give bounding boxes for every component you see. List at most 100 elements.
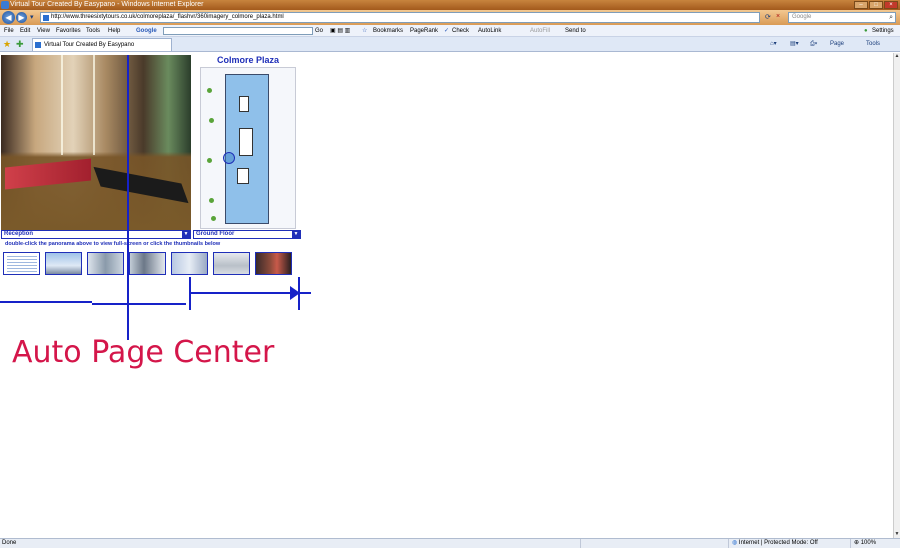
annotation-vertical-line: [127, 55, 129, 340]
stop-icon[interactable]: ×: [776, 13, 780, 20]
menu-favorites[interactable]: Favorites: [56, 25, 81, 37]
feeds-icon[interactable]: ▤▾: [790, 39, 799, 49]
pano-light: [61, 55, 63, 155]
google-search-input[interactable]: [163, 27, 313, 35]
auto-page-center-label: Auto Page Center: [12, 335, 275, 370]
address-url: http://www.threesixtytours.co.uk/colmore…: [51, 14, 284, 20]
menu-edit[interactable]: Edit: [20, 25, 30, 37]
window-title: Virtual Tour Created By Easypano - Windo…: [10, 1, 204, 8]
tab-virtual-tour[interactable]: Virtual Tour Created By Easypano: [32, 38, 172, 51]
settings-icon: ●: [864, 28, 868, 34]
favorites-star-icon[interactable]: ★: [3, 39, 11, 49]
check-button[interactable]: Check: [452, 25, 469, 37]
status-done: Done: [2, 540, 17, 546]
back-icon[interactable]: ◀: [2, 11, 15, 24]
settings-button[interactable]: Settings: [872, 25, 894, 37]
status-bar: Done ◍ Internet | Protected Mode: Off ⊕ …: [0, 538, 900, 548]
plan-tree: [207, 158, 212, 163]
thumbnail-building-1[interactable]: [45, 252, 82, 275]
page-menu[interactable]: Page: [830, 39, 844, 49]
floor-select[interactable]: Ground Floor ▼: [193, 230, 301, 239]
minimize-button[interactable]: –: [854, 1, 868, 9]
close-button[interactable]: ×: [884, 1, 898, 9]
zoom-level: 100%: [860, 540, 877, 546]
pano-light: [93, 55, 95, 155]
google-logo: Google: [136, 28, 157, 34]
scene-select[interactable]: Reception ▼: [1, 230, 191, 239]
tab-bar: ★ ✚ Virtual Tour Created By Easypano ⌂▾ …: [0, 37, 900, 52]
thumbnail-building-3[interactable]: [129, 252, 166, 275]
thumbnail-map[interactable]: [3, 252, 40, 275]
recent-pages-icon[interactable]: ▾: [30, 13, 34, 21]
thumbnail-building-2[interactable]: [87, 252, 124, 275]
menu-bar: File Edit View Favorites Tools Help Goog…: [0, 25, 900, 37]
floor-plan-panel: Colmore Plaza: [198, 55, 298, 231]
annotation-horizontal-line: [92, 303, 186, 305]
annotation-arrow-line: [191, 292, 297, 294]
google-go-button[interactable]: Go: [315, 25, 323, 37]
autofill-button[interactable]: AutoFill: [530, 25, 550, 37]
vertical-scrollbar[interactable]: ▲ ▼: [893, 53, 900, 538]
scene-select-value: Reception: [4, 231, 34, 237]
sendto-button[interactable]: Send to: [565, 25, 586, 37]
zoom-icon: ⊕: [854, 540, 860, 546]
ie-icon: [1, 1, 9, 9]
autolink-button[interactable]: AutoLink: [478, 25, 501, 37]
zoom-control[interactable]: ⊕ 100%: [850, 539, 898, 548]
tools-menu[interactable]: Tools: [866, 39, 880, 49]
annotation-horizontal-line: [0, 301, 92, 303]
zone-label: Internet | Protected Mode: Off: [738, 540, 818, 546]
plan-core: [239, 128, 253, 156]
instruction-text: double-click the panorama above to view …: [5, 241, 221, 247]
search-icon[interactable]: ⌕: [889, 13, 893, 22]
toolbar-icons[interactable]: ▣ ▤ ▥: [330, 25, 350, 37]
annotation-tick-line: [300, 292, 311, 294]
scroll-up-icon[interactable]: ▲: [894, 53, 900, 60]
chevron-down-icon[interactable]: ▼: [182, 231, 190, 238]
thumbnail-building-4[interactable]: [171, 252, 208, 275]
check-icon: ✓: [444, 28, 450, 34]
pano-reception-desk: [5, 158, 91, 190]
thumbnail-reception[interactable]: [255, 252, 292, 275]
floor-plan-map[interactable]: [200, 67, 296, 229]
plan-title: Colmore Plaza: [216, 55, 280, 65]
pano-rug: [93, 166, 189, 204]
plan-tree: [207, 88, 212, 93]
bookmarks-button[interactable]: Bookmarks: [373, 25, 403, 37]
menu-view[interactable]: View: [37, 25, 50, 37]
plan-tree: [211, 216, 216, 221]
star-icon: ☆: [362, 28, 368, 34]
menu-tools[interactable]: Tools: [86, 25, 100, 37]
tab-page-icon: [35, 42, 41, 48]
menu-file[interactable]: File: [4, 25, 14, 37]
hotspot-icon[interactable]: [223, 152, 235, 164]
pagerank-indicator: PageRank: [410, 28, 439, 34]
chevron-down-icon[interactable]: ▼: [292, 231, 300, 238]
window-title-bar: Virtual Tour Created By Easypano - Windo…: [0, 0, 900, 10]
thumb-map-image: [7, 256, 37, 272]
page-icon: [43, 15, 49, 21]
address-field[interactable]: http://www.threesixtytours.co.uk/colmore…: [40, 12, 760, 23]
plan-core: [239, 96, 249, 112]
add-favorite-icon[interactable]: ✚: [16, 39, 24, 49]
home-icon[interactable]: ⌂▾: [770, 39, 777, 49]
thumbnail-interior[interactable]: [213, 252, 250, 275]
search-placeholder: Google: [792, 14, 812, 20]
status-empty: [580, 539, 725, 548]
refresh-icon[interactable]: ⟳: [765, 13, 771, 21]
address-toolbar: ◀ ▶ ▾ http://www.threesixtytours.co.uk/c…: [0, 10, 900, 25]
print-icon[interactable]: ⎙▾: [810, 39, 817, 49]
plan-tree: [209, 118, 214, 123]
scroll-down-icon[interactable]: ▼: [894, 531, 900, 538]
maximize-button[interactable]: □: [869, 1, 883, 9]
menu-help[interactable]: Help: [108, 25, 120, 37]
globe-icon: ◍: [732, 540, 738, 546]
floor-select-value: Ground Floor: [196, 231, 235, 237]
tab-label: Virtual Tour Created By Easypano: [44, 42, 135, 48]
forward-icon[interactable]: ▶: [16, 12, 27, 23]
plan-core: [237, 168, 249, 184]
panorama-viewer[interactable]: [1, 55, 191, 231]
search-input[interactable]: Google ⌕: [788, 12, 896, 23]
plan-tree: [209, 198, 214, 203]
security-zone[interactable]: ◍ Internet | Protected Mode: Off: [728, 539, 848, 548]
